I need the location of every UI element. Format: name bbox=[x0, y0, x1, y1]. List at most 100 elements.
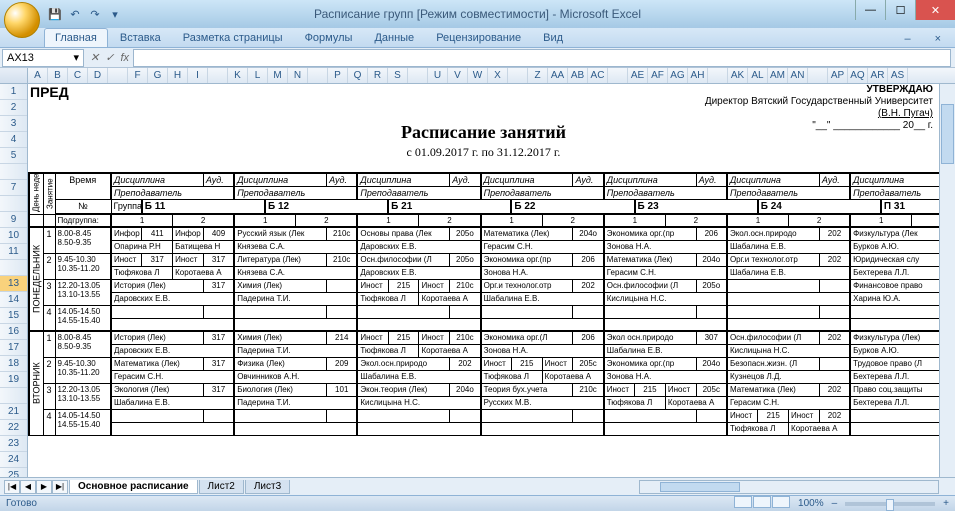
col-header[interactable]: AA bbox=[548, 68, 568, 83]
row-header[interactable] bbox=[0, 260, 27, 276]
row-header[interactable] bbox=[0, 388, 27, 404]
row-header[interactable]: 7 bbox=[0, 180, 27, 196]
col-header[interactable]: AQ bbox=[848, 68, 868, 83]
minimize-button[interactable]: — bbox=[855, 0, 885, 20]
col-header[interactable]: I bbox=[188, 68, 208, 83]
col-header[interactable] bbox=[808, 68, 828, 83]
row-header[interactable]: 13 bbox=[0, 276, 27, 292]
maximize-button[interactable]: ☐ bbox=[885, 0, 915, 20]
col-header[interactable] bbox=[408, 68, 428, 83]
sheet-nav-prev-icon[interactable]: ◀ bbox=[20, 480, 36, 494]
col-header[interactable]: S bbox=[388, 68, 408, 83]
vscroll-thumb[interactable] bbox=[941, 104, 954, 164]
col-header[interactable]: AP bbox=[828, 68, 848, 83]
qat-more-icon[interactable]: ▾ bbox=[106, 5, 124, 23]
col-header[interactable]: C bbox=[68, 68, 88, 83]
row-header[interactable]: 16 bbox=[0, 324, 27, 340]
ribbon-tab-home[interactable]: Главная bbox=[44, 28, 108, 47]
col-header[interactable]: N bbox=[288, 68, 308, 83]
zoom-in-icon[interactable]: + bbox=[943, 498, 949, 509]
col-header[interactable]: AF bbox=[648, 68, 668, 83]
row-header[interactable]: 21 bbox=[0, 404, 27, 420]
ribbon-tab-formulas[interactable]: Формулы bbox=[295, 29, 363, 47]
fx-icon[interactable]: fx bbox=[120, 52, 129, 64]
ribbon-close-icon[interactable]: × bbox=[925, 30, 951, 48]
row-header[interactable]: 10 bbox=[0, 228, 27, 244]
col-header[interactable] bbox=[208, 68, 228, 83]
col-header[interactable] bbox=[308, 68, 328, 83]
zoom-slider[interactable] bbox=[845, 502, 935, 506]
row-header[interactable]: 25 bbox=[0, 468, 27, 477]
row-header[interactable]: 17 bbox=[0, 340, 27, 356]
col-header[interactable]: AL bbox=[748, 68, 768, 83]
hscroll-thumb[interactable] bbox=[660, 482, 740, 492]
row-header[interactable] bbox=[0, 164, 27, 180]
col-header[interactable]: AH bbox=[688, 68, 708, 83]
row-header[interactable]: 14 bbox=[0, 292, 27, 308]
row-header[interactable]: 1 bbox=[0, 84, 27, 100]
col-header[interactable] bbox=[708, 68, 728, 83]
row-header[interactable]: 4 bbox=[0, 132, 27, 148]
col-header[interactable] bbox=[508, 68, 528, 83]
col-header[interactable]: X bbox=[488, 68, 508, 83]
zoom-percent[interactable]: 100% bbox=[798, 498, 824, 509]
fx-cancel-icon[interactable]: ✕ bbox=[90, 51, 99, 64]
col-header[interactable]: G bbox=[148, 68, 168, 83]
row-header[interactable]: 23 bbox=[0, 436, 27, 452]
col-header[interactable] bbox=[608, 68, 628, 83]
select-all-corner[interactable] bbox=[0, 68, 28, 83]
col-header[interactable]: U bbox=[428, 68, 448, 83]
col-header[interactable]: Q bbox=[348, 68, 368, 83]
row-header[interactable]: 15 bbox=[0, 308, 27, 324]
col-header[interactable]: D bbox=[88, 68, 108, 83]
col-header[interactable]: B bbox=[48, 68, 68, 83]
row-header[interactable]: 3 bbox=[0, 116, 27, 132]
view-buttons[interactable] bbox=[733, 496, 790, 511]
fx-ok-icon[interactable]: ✓ bbox=[105, 51, 114, 64]
col-header[interactable]: AN bbox=[788, 68, 808, 83]
qat-redo-icon[interactable]: ↷ bbox=[86, 5, 104, 23]
row-header[interactable]: 9 bbox=[0, 212, 27, 228]
row-header[interactable]: 2 bbox=[0, 100, 27, 116]
col-header[interactable] bbox=[108, 68, 128, 83]
sheet-nav-next-icon[interactable]: ▶ bbox=[36, 480, 52, 494]
col-header[interactable]: AB bbox=[568, 68, 588, 83]
ribbon-tab-view[interactable]: Вид bbox=[533, 29, 573, 47]
col-header[interactable]: W bbox=[468, 68, 488, 83]
col-header[interactable]: AS bbox=[888, 68, 908, 83]
row-header[interactable]: 5 bbox=[0, 148, 27, 164]
col-header[interactable]: F bbox=[128, 68, 148, 83]
worksheet-grid[interactable]: 1234579101113141516171819212223242526 ПР… bbox=[0, 84, 939, 477]
col-header[interactable]: A bbox=[28, 68, 48, 83]
ribbon-minimize-icon[interactable]: – bbox=[894, 30, 920, 48]
col-header[interactable]: L bbox=[248, 68, 268, 83]
row-header[interactable]: 19 bbox=[0, 372, 27, 388]
zoom-out-icon[interactable]: – bbox=[832, 498, 838, 509]
col-header[interactable]: AM bbox=[768, 68, 788, 83]
row-header[interactable]: 24 bbox=[0, 452, 27, 468]
ribbon-tab-review[interactable]: Рецензирование bbox=[426, 29, 531, 47]
row-header[interactable]: 11 bbox=[0, 244, 27, 260]
col-header[interactable]: Z bbox=[528, 68, 548, 83]
sheet-nav-last-icon[interactable]: ▶| bbox=[52, 480, 68, 494]
ribbon-tab-insert[interactable]: Вставка bbox=[110, 29, 171, 47]
col-header[interactable]: K bbox=[228, 68, 248, 83]
col-header[interactable]: P bbox=[328, 68, 348, 83]
col-header[interactable]: H bbox=[168, 68, 188, 83]
formula-input[interactable] bbox=[133, 49, 951, 67]
col-header[interactable]: M bbox=[268, 68, 288, 83]
office-button[interactable] bbox=[4, 2, 40, 38]
row-header[interactable] bbox=[0, 196, 27, 212]
col-header[interactable]: AG bbox=[668, 68, 688, 83]
horizontal-scrollbar[interactable] bbox=[639, 480, 939, 494]
col-header[interactable]: R bbox=[368, 68, 388, 83]
qat-undo-icon[interactable]: ↶ bbox=[66, 5, 84, 23]
sheet-tab-2[interactable]: Лист2 bbox=[199, 480, 244, 494]
vertical-scrollbar[interactable] bbox=[939, 84, 955, 477]
col-header[interactable]: AC bbox=[588, 68, 608, 83]
name-box[interactable]: AX13 ▾ bbox=[2, 49, 84, 67]
qat-save-icon[interactable]: 💾 bbox=[46, 5, 64, 23]
col-header[interactable]: AE bbox=[628, 68, 648, 83]
col-header[interactable]: AK bbox=[728, 68, 748, 83]
sheet-nav-first-icon[interactable]: |◀ bbox=[4, 480, 20, 494]
